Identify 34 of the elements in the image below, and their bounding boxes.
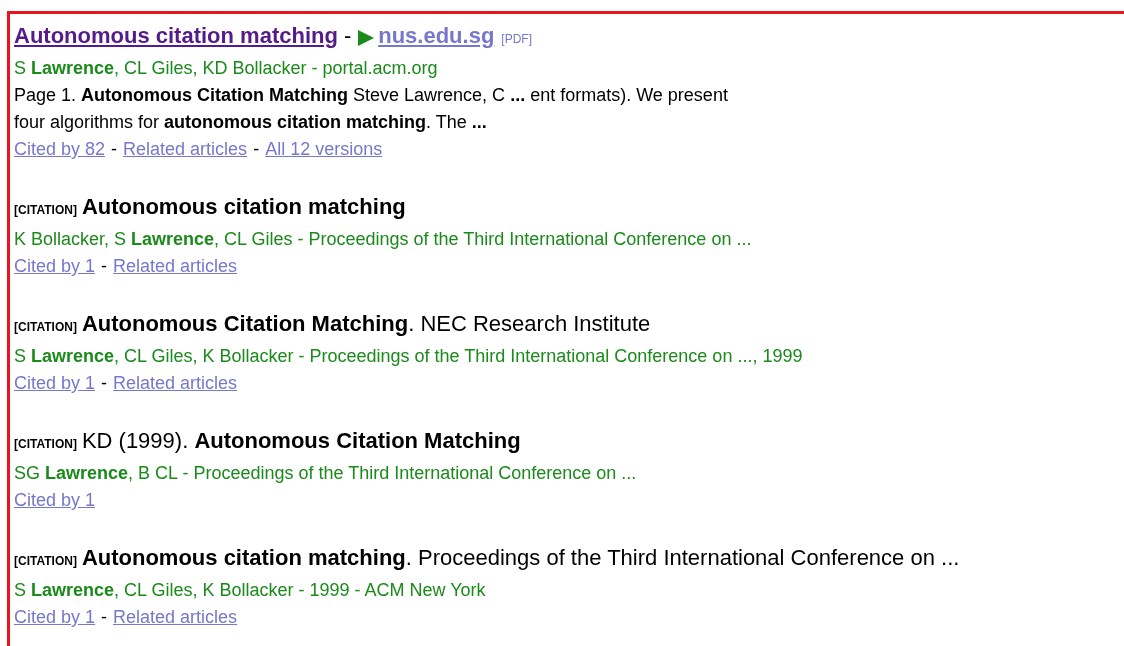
- format-tag: [PDF]: [501, 23, 532, 55]
- result-link[interactable]: Cited by 1: [14, 487, 96, 514]
- result-link[interactable]: Cited by 1: [14, 604, 96, 631]
- result-authors: S Lawrence, CL Giles, K Bollacker - 1999 - ACM New York: [14, 579, 487, 602]
- result-link[interactable]: All 12 versions: [265, 136, 383, 163]
- result-title-link[interactable]: Autonomous citation matching: [14, 20, 338, 52]
- result-link[interactable]: Related articles: [113, 253, 238, 280]
- result-snippet: Page 1. Autonomous Citation Matching Steve Lawrence, C ... ent formats). We present four algorithms for autonomous citation matching. The ...: [14, 84, 729, 134]
- result-title: Autonomous Citation Matching. NEC Research Institute: [81, 310, 651, 338]
- separator: -: [253, 138, 260, 161]
- result-link[interactable]: Cited by 82: [14, 136, 106, 163]
- result-link[interactable]: Related articles: [113, 604, 238, 631]
- result-link[interactable]: Related articles: [113, 370, 238, 397]
- citation-tag: [CITATION]: [14, 545, 77, 577]
- separator: -: [343, 22, 352, 50]
- result-link[interactable]: Related articles: [123, 136, 248, 163]
- result-authors: K Bollacker, S Lawrence, CL Giles - Proceedings of the Third International Conference on ...: [14, 228, 753, 251]
- result-title: Autonomous citation matching. Proceedings of the Third International Conference on ...: [81, 544, 960, 572]
- citation-tag: [CITATION]: [14, 194, 77, 226]
- result-title: Autonomous citation matching: [81, 193, 406, 221]
- result-title: KD (1999). Autonomous Citation Matching: [81, 427, 521, 455]
- separator: -: [101, 255, 108, 278]
- result-authors: S Lawrence, CL Giles, KD Bollacker - portal.acm.org: [14, 57, 439, 80]
- result-authors: S Lawrence, CL Giles, K Bollacker - Proceedings of the Third International Conference on ..., 1999: [14, 345, 804, 368]
- result-authors: SG Lawrence, B CL - Proceedings of the Third International Conference on ...: [14, 462, 638, 485]
- citation-tag: [CITATION]: [14, 311, 77, 343]
- separator: -: [101, 606, 108, 629]
- source-link[interactable]: nus.edu.sg: [378, 20, 495, 52]
- play-arrow-icon: [357, 28, 376, 47]
- separator: -: [111, 138, 118, 161]
- citation-tag: [CITATION]: [14, 428, 77, 460]
- result-link[interactable]: Cited by 1: [14, 253, 96, 280]
- result-link[interactable]: Cited by 1: [14, 370, 96, 397]
- separator: -: [101, 372, 108, 395]
